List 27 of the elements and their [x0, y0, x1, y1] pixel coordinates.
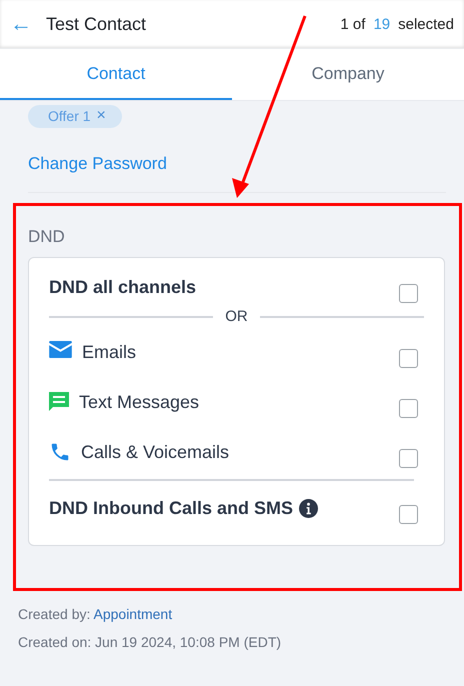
creator-link[interactable]: Appointment [94, 606, 172, 622]
checkbox[interactable] [399, 399, 418, 418]
envelope-icon [49, 341, 72, 358]
option-label: Text Messages [79, 391, 200, 413]
back-arrow-icon[interactable]: ← [10, 13, 32, 35]
option-label: DND Inbound Calls and SMS [49, 497, 294, 519]
counter-prefix: 1 of [340, 16, 366, 32]
contact-name: Test Contact [46, 14, 148, 34]
remove-tag-button[interactable]: × [96, 108, 106, 124]
checkbox[interactable] [399, 284, 418, 303]
checkbox[interactable] [399, 349, 418, 368]
phone-icon [49, 441, 71, 463]
section-heading: DND [28, 227, 66, 247]
option-label: Emails [82, 341, 136, 363]
tag-chip: Offer 1 × [28, 105, 122, 128]
option-label: Calls & Voicemails [81, 441, 230, 463]
checkbox[interactable] [399, 505, 418, 524]
created-on-text: Created on: Jun 19 2024, 10:08 PM (EDT) [18, 634, 282, 650]
change-password-link[interactable]: Change Password [28, 154, 446, 174]
option-label: DND all channels [49, 276, 196, 298]
selected-count: 19 [373, 16, 390, 32]
chat-bubble-icon [49, 391, 69, 411]
created-by-label: Created by: [18, 606, 90, 622]
checkbox[interactable] [399, 449, 418, 468]
info-icon[interactable] [299, 499, 318, 518]
or-separator: OR [225, 308, 248, 325]
counter-suffix: selected [398, 16, 454, 32]
